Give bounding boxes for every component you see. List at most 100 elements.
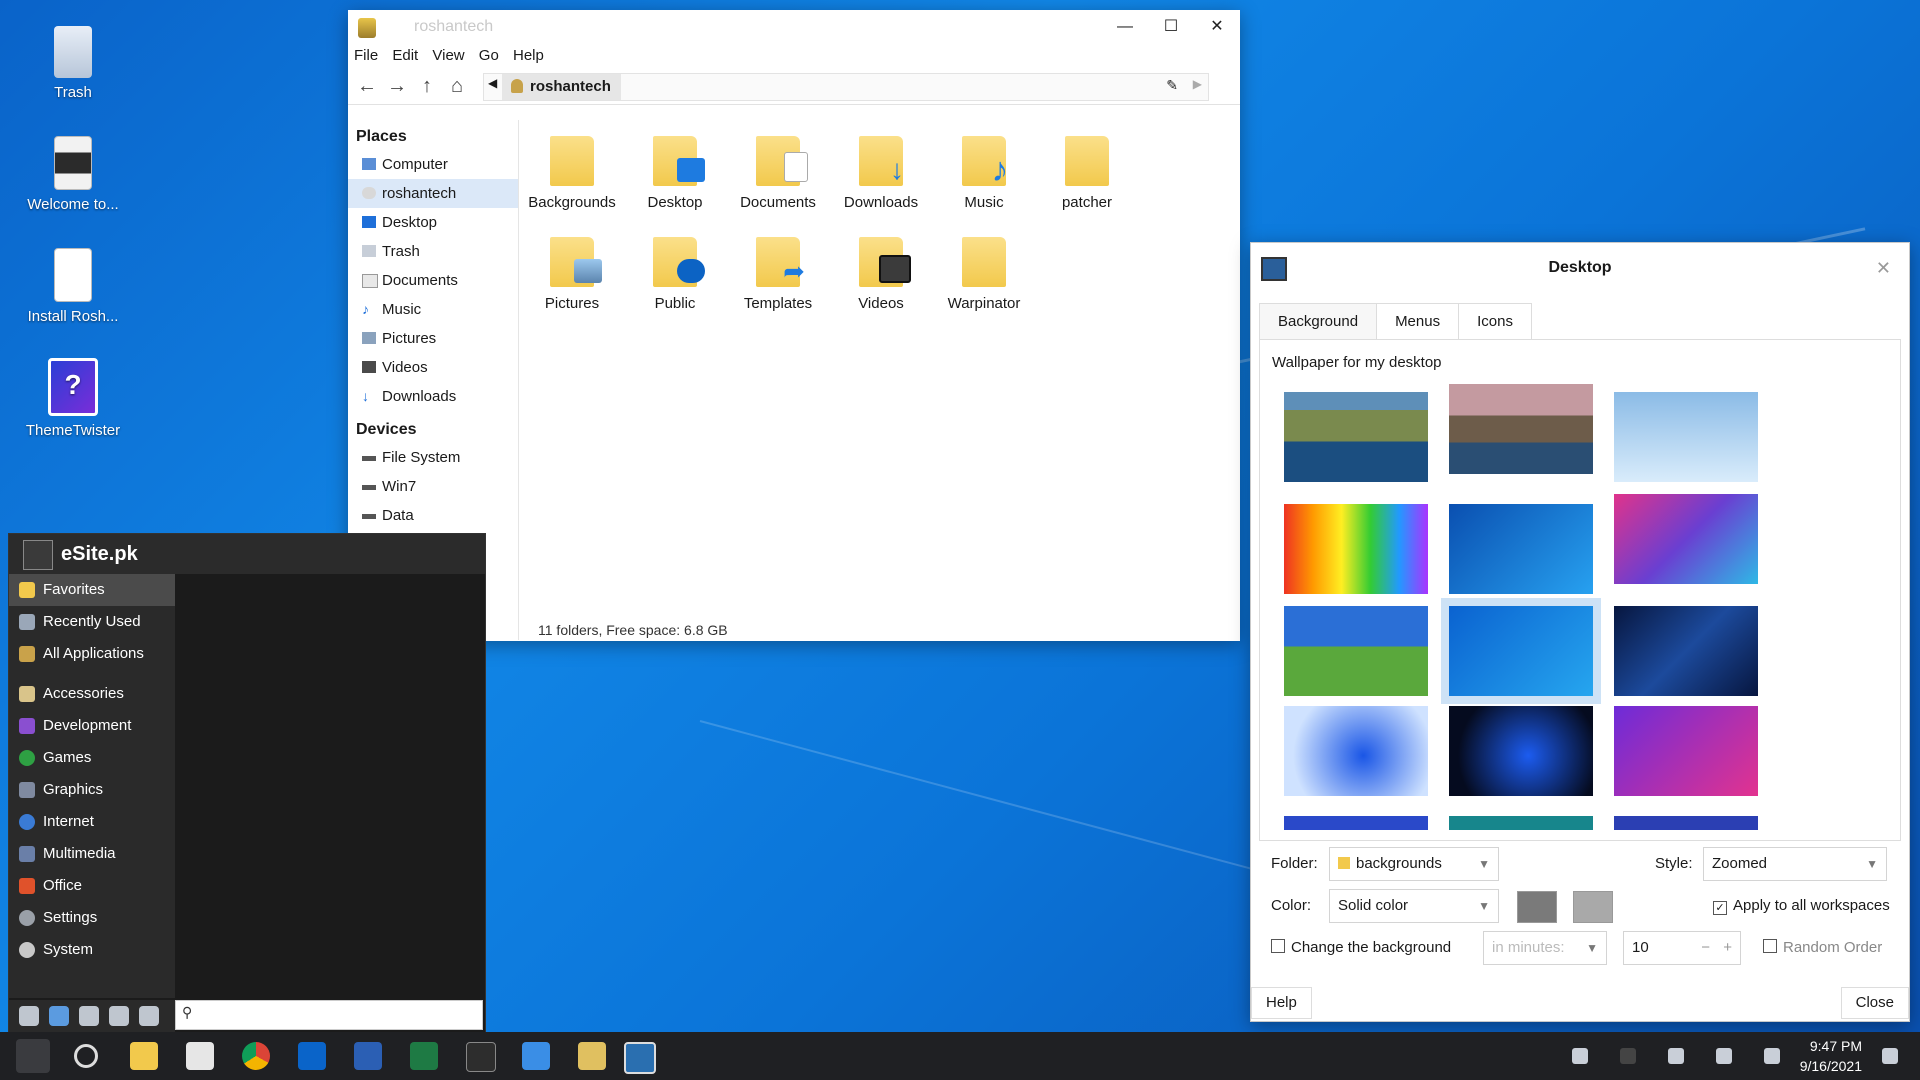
user-avatar-icon[interactable] (23, 540, 53, 570)
desktop-settings-icon[interactable] (624, 1042, 656, 1074)
start-menu-button[interactable] (16, 1039, 50, 1073)
folder-item[interactable]: ♪ Music (934, 136, 1034, 211)
file-explorer-icon[interactable] (130, 1042, 158, 1070)
desktop-icon-themetwister[interactable]: ? ThemeTwister (18, 358, 128, 439)
sidebar-item-roshantech[interactable]: roshantech (348, 179, 518, 208)
folder-item[interactable]: Pictures (522, 237, 622, 312)
sidebar-item-file-system[interactable]: File System (348, 443, 518, 472)
search-icon[interactable] (74, 1044, 98, 1068)
notification-icon[interactable] (1882, 1048, 1898, 1064)
sidebar-item-trash[interactable]: Trash (348, 237, 518, 266)
interval-unit-select[interactable]: in minutes: ▼ (1483, 931, 1607, 965)
category-games[interactable]: Games (9, 742, 175, 774)
folder-item[interactable]: Desktop (625, 136, 725, 211)
category-settings[interactable]: Settings (9, 902, 175, 934)
plus-icon[interactable]: + (1723, 932, 1732, 964)
volume-icon[interactable] (1764, 1048, 1780, 1064)
wallpaper-thumbnail[interactable] (1449, 816, 1593, 830)
chrome-icon[interactable] (242, 1042, 270, 1070)
help-button[interactable]: Help (1251, 987, 1312, 1019)
word-icon[interactable] (354, 1042, 382, 1070)
folder-item[interactable]: Videos (831, 237, 931, 312)
menu-help[interactable]: Help (513, 47, 544, 64)
style-select[interactable]: Zoomed ▼ (1703, 847, 1887, 881)
category-graphics[interactable]: Graphics (9, 774, 175, 806)
wallpaper-thumbnail[interactable] (1449, 706, 1593, 796)
wallpaper-thumbnail[interactable] (1284, 816, 1428, 830)
tab-menus[interactable]: Menus (1376, 303, 1460, 340)
folder-item[interactable]: Backgrounds (522, 136, 622, 211)
desktop-icon-welcome[interactable]: Welcome to... (18, 136, 128, 213)
sidebar-item-documents[interactable]: Documents (348, 266, 518, 295)
menu-go[interactable]: Go (479, 47, 499, 64)
settings-icon[interactable] (19, 1006, 39, 1026)
folder-item[interactable]: ↓ Downloads (831, 136, 931, 211)
edit-path-icon[interactable]: ✎ (1166, 77, 1178, 94)
secondary-color-swatch[interactable] (1573, 891, 1613, 923)
menu-edit[interactable]: Edit (392, 47, 418, 64)
outlook-icon[interactable] (298, 1042, 326, 1070)
close-button[interactable]: ✕ (1194, 10, 1240, 44)
sidebar-item-win7[interactable]: Win7 (348, 472, 518, 501)
category-office[interactable]: Office (9, 870, 175, 902)
back-arrow-icon[interactable]: ← (354, 74, 380, 98)
wallpaper-thumbnail[interactable] (1614, 706, 1758, 796)
sidebar-item-pictures[interactable]: Pictures (348, 324, 518, 353)
menu-view[interactable]: View (432, 47, 464, 64)
wallpaper-thumbnail[interactable] (1449, 384, 1593, 474)
color-select[interactable]: Solid color ▼ (1329, 889, 1499, 923)
minimize-button[interactable]: — (1102, 10, 1148, 44)
forward-arrow-icon[interactable]: → (384, 74, 410, 98)
wallpaper-thumbnail[interactable] (1614, 392, 1758, 482)
sidebar-item-videos[interactable]: Videos (348, 353, 518, 382)
title-bar[interactable]: roshantech — ☐ ✕ (348, 10, 1240, 44)
apply-all-workspaces-checkbox[interactable]: ✓ Apply to all workspaces (1713, 897, 1890, 915)
lock-key-icon[interactable] (139, 1006, 159, 1026)
network-icon[interactable] (1716, 1048, 1732, 1064)
random-order-checkbox[interactable]: Random Order (1763, 939, 1882, 956)
wallpaper-thumbnail[interactable] (1284, 606, 1428, 696)
folder-item[interactable]: Warpinator (934, 237, 1034, 312)
store-icon[interactable] (186, 1042, 214, 1070)
sidebar-item-computer[interactable]: Computer (348, 150, 518, 179)
dialog-title-bar[interactable]: Desktop ✕ (1251, 243, 1909, 293)
primary-color-swatch[interactable] (1517, 891, 1557, 923)
wallpaper-thumbnail-selected[interactable] (1441, 598, 1601, 704)
path-right-arrow-icon[interactable]: ▶ (1193, 77, 1202, 91)
folder-item[interactable]: Documents (728, 136, 828, 211)
power-icon[interactable] (109, 1006, 129, 1026)
menu-file[interactable]: File (354, 47, 378, 64)
close-button[interactable]: Close (1840, 987, 1909, 1019)
category-development[interactable]: Development (9, 710, 175, 742)
category-internet[interactable]: Internet (9, 806, 175, 838)
search-input[interactable]: ⚲ (175, 1000, 483, 1030)
sidebar-item-data[interactable]: Data (348, 501, 518, 530)
wallpaper-thumbnail[interactable] (1284, 504, 1428, 594)
category-system[interactable]: System (9, 934, 175, 966)
sidebar-item-music[interactable]: ♪ Music (348, 295, 518, 324)
category-accessories[interactable]: Accessories (9, 678, 175, 710)
up-arrow-icon[interactable]: ↑ (414, 74, 440, 98)
wallpaper-thumbnail[interactable] (1284, 392, 1428, 482)
tab-icons[interactable]: Icons (1458, 303, 1532, 340)
files-icon[interactable] (49, 1006, 69, 1026)
change-background-checkbox[interactable]: Change the background (1271, 939, 1451, 956)
switch-user-icon[interactable] (79, 1006, 99, 1026)
close-icon[interactable]: ✕ (1876, 243, 1891, 293)
category-all-applications[interactable]: All Applications (9, 638, 175, 670)
sidebar-item-downloads[interactable]: ↓ Downloads (348, 382, 518, 411)
desktop-icon-trash[interactable]: Trash (18, 26, 128, 101)
wallpaper-thumbnail[interactable] (1284, 706, 1428, 796)
path-crumb[interactable]: roshantech (502, 74, 621, 100)
notepad-icon[interactable] (522, 1042, 550, 1070)
battery-icon[interactable] (1572, 1048, 1588, 1064)
update-icon[interactable] (1668, 1048, 1684, 1064)
folder-item[interactable]: patcher (1037, 136, 1137, 211)
home-icon[interactable]: ⌂ (444, 74, 470, 98)
category-multimedia[interactable]: Multimedia (9, 838, 175, 870)
folder-select[interactable]: backgrounds ▼ (1329, 847, 1499, 881)
wallpaper-thumbnail[interactable] (1614, 816, 1758, 830)
bluetooth-icon[interactable] (1620, 1048, 1636, 1064)
path-left-arrow-icon[interactable]: ◀ (488, 76, 497, 90)
wallpaper-thumbnail[interactable] (1614, 606, 1758, 696)
